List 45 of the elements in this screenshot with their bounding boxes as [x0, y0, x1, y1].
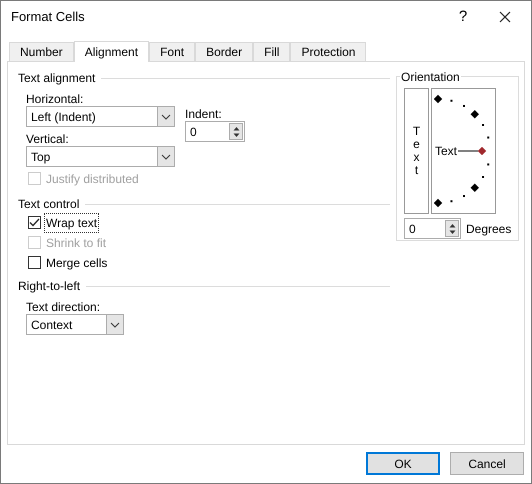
checkbox-label: Merge cells: [45, 254, 108, 272]
close-icon: [499, 11, 511, 23]
dropdown-value: Top: [30, 148, 50, 166]
orientation-dial[interactable]: Text: [431, 88, 496, 214]
dialog-button[interactable]: Cancel: [450, 452, 524, 475]
caret-icon: [161, 114, 171, 120]
tab[interactable]: Number: [9, 42, 74, 61]
dial-text: Text: [435, 143, 458, 160]
group-label: Text alignment: [18, 70, 96, 87]
up-down-arrows-icon: [232, 126, 240, 138]
spin-value: 0: [189, 124, 197, 140]
tab[interactable]: Alignment: [74, 41, 150, 62]
spin-field[interactable]: 0: [185, 121, 245, 142]
caret-icon: [110, 322, 120, 328]
help-button[interactable]: ?: [443, 2, 483, 32]
dropdown[interactable]: Top: [26, 146, 175, 167]
dropdown-value: Left (Indent): [30, 108, 96, 126]
group-label: Right-to-left: [18, 278, 80, 295]
checkbox[interactable]: [28, 216, 41, 229]
vertical-text: Text: [412, 124, 420, 178]
field-label: Indent:: [185, 108, 223, 121]
window-title: Format Cells: [11, 8, 86, 26]
field-label: Degrees: [466, 220, 512, 238]
checkbox-label: Shrink to fit: [45, 234, 108, 252]
tab[interactable]: Border: [195, 42, 254, 61]
field-label: Text direction:: [26, 299, 102, 314]
checkbox-label: Justify distributed: [45, 170, 140, 188]
dropdown[interactable]: Left (Indent): [26, 106, 175, 127]
field-label: Vertical:: [26, 131, 70, 146]
dropdown-value: Context: [30, 316, 72, 334]
caret-icon: [161, 154, 171, 160]
up-down-arrows-icon: [448, 222, 456, 234]
tab[interactable]: Font: [149, 42, 196, 61]
checkbox[interactable]: [28, 256, 41, 269]
dialog-button[interactable]: OK: [366, 452, 440, 475]
checkbox-label: Wrap text: [45, 214, 98, 232]
vertical-text-option[interactable]: Text: [404, 88, 429, 214]
field-label: Horizontal:: [26, 91, 84, 106]
spin-field[interactable]: 0: [404, 218, 461, 239]
pointer-line-icon: [457, 147, 488, 155]
group-label: Text control: [18, 196, 80, 213]
tab[interactable]: Fill: [253, 42, 290, 61]
spin-value: 0: [408, 220, 416, 238]
tab[interactable]: Protection: [290, 42, 366, 61]
dropdown[interactable]: Context: [26, 314, 124, 335]
